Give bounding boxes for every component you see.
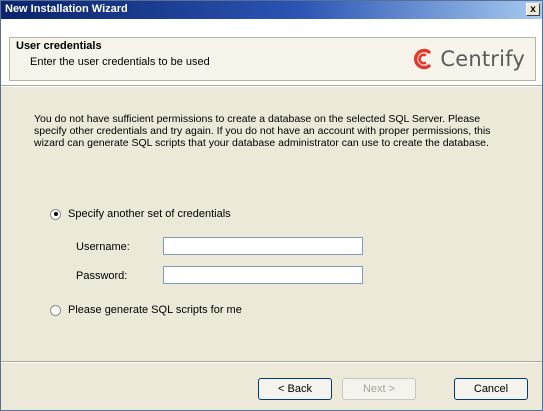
header-panel: User credentials Enter the user credenti… <box>9 37 536 81</box>
logo-text: Centrify <box>440 47 525 71</box>
wizard-header: User credentials Enter the user credenti… <box>1 19 542 85</box>
page-subtitle: Enter the user credentials to be used <box>30 56 210 68</box>
header-separator <box>1 85 542 87</box>
radio-generate-scripts[interactable]: Please generate SQL scripts for me <box>50 304 242 316</box>
radio-label-scripts: Please generate SQL scripts for me <box>68 304 242 316</box>
radio-button-checked[interactable] <box>50 208 61 220</box>
username-label: Username: <box>76 241 130 253</box>
password-label: Password: <box>76 270 128 282</box>
close-button[interactable]: x <box>526 3 540 16</box>
window-title: New Installation Wizard <box>5 3 128 15</box>
next-button[interactable]: Next > <box>342 378 416 400</box>
back-button[interactable]: < Back <box>258 378 332 400</box>
radio-label-credentials: Specify another set of credentials <box>68 208 231 220</box>
title-bar[interactable]: New Installation Wizard x <box>1 1 542 19</box>
centrify-logo-icon <box>414 48 432 70</box>
permission-message: You do not have sufficient permissions t… <box>34 113 491 149</box>
page-title: User credentials <box>16 40 102 52</box>
centrify-logo: Centrify <box>410 44 525 74</box>
username-input[interactable] <box>163 237 363 255</box>
cancel-button[interactable]: Cancel <box>454 378 528 400</box>
wizard-window: New Installation Wizard x User credentia… <box>0 0 543 411</box>
password-input[interactable] <box>163 266 363 284</box>
radio-specify-credentials[interactable]: Specify another set of credentials <box>50 208 231 220</box>
radio-button-unchecked[interactable] <box>50 304 61 316</box>
footer-separator <box>1 361 542 363</box>
